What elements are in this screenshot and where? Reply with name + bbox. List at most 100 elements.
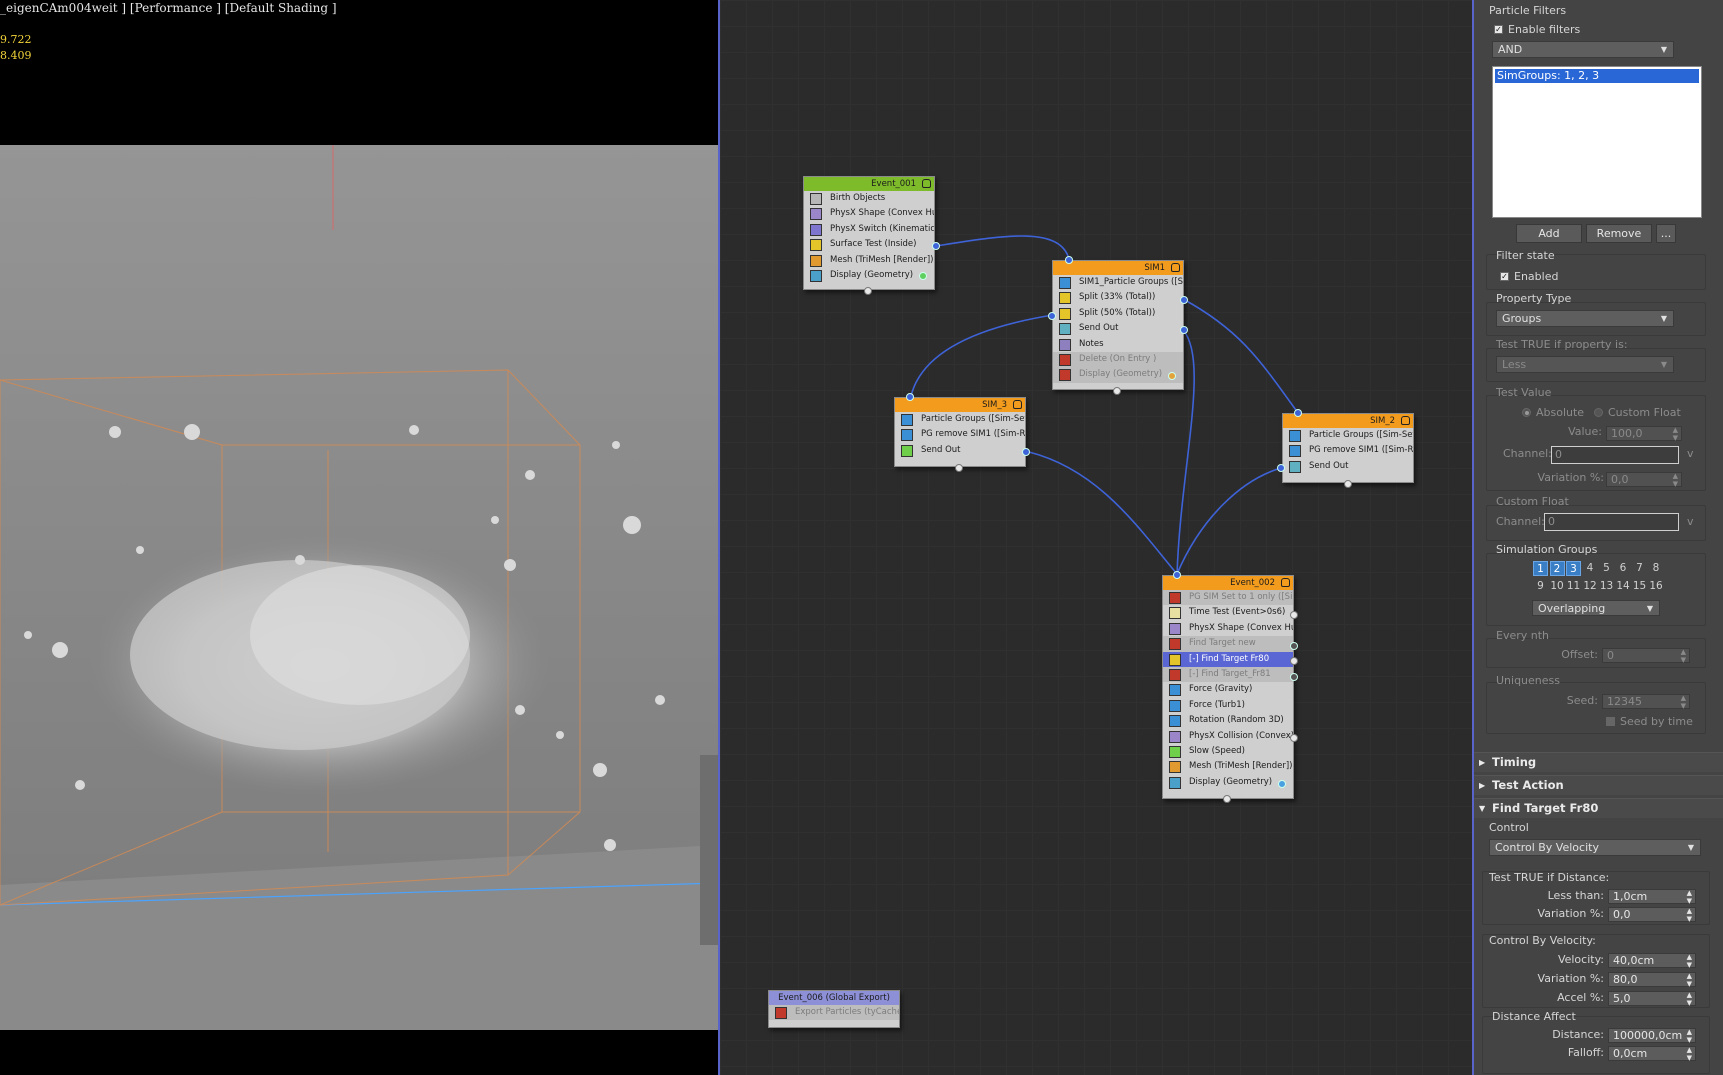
- sim-group-toggle-11[interactable]: 11: [1566, 579, 1581, 594]
- sim-group-toggle-15[interactable]: 15: [1632, 579, 1647, 594]
- operator[interactable]: Send Out: [895, 443, 1025, 458]
- seed-by-time-checkbox[interactable]: [1606, 717, 1615, 726]
- sim-group-toggle-14[interactable]: 14: [1616, 579, 1631, 594]
- absolute-radio[interactable]: [1522, 408, 1531, 417]
- operator[interactable]: PhysX Switch (Kinematic): [804, 222, 934, 237]
- filter-list[interactable]: SimGroups: 1, 2, 3: [1492, 66, 1702, 218]
- spinner-arrows-icon[interactable]: ▲ ▼: [1681, 648, 1686, 664]
- node-header[interactable]: Event_002: [1163, 576, 1293, 590]
- operator[interactable]: PhysX Collision (Convex): [1163, 729, 1293, 744]
- test-action-rollout[interactable]: ▶ Test Action: [1474, 775, 1723, 795]
- sim-group-toggle-12[interactable]: 12: [1583, 579, 1598, 594]
- input-port[interactable]: [1344, 480, 1352, 488]
- operator[interactable]: Time Test (Event>0s6): [1163, 605, 1293, 620]
- node-sim1[interactable]: SIM1 SIM1_Particle Groups ([Sim... Split…: [1052, 260, 1184, 390]
- filter-list-item[interactable]: SimGroups: 1, 2, 3: [1495, 69, 1699, 83]
- node-header[interactable]: Event_006 (Global Export): [769, 991, 899, 1005]
- 3d-viewport[interactable]: _eigenCAm004weit ] [Performance ] [Defau…: [0, 0, 718, 1075]
- distance-spinner[interactable]: 100000,0cm ▲ ▼: [1608, 1028, 1696, 1044]
- viewport-label[interactable]: _eigenCAm004weit ] [Performance ] [Defau…: [0, 1, 337, 15]
- node-event-002[interactable]: Event_002 PG SIM Set to 1 only ([Sim-...…: [1162, 575, 1294, 799]
- node-header[interactable]: SIM_3: [895, 398, 1025, 412]
- output-port[interactable]: [1290, 734, 1298, 742]
- spinner-arrows-icon[interactable]: ▲ ▼: [1687, 1028, 1692, 1044]
- viewport-scene[interactable]: [0, 145, 718, 1030]
- add-filter-button[interactable]: Add: [1516, 224, 1582, 243]
- variation-spinner[interactable]: 0,0 ▲ ▼: [1606, 472, 1682, 488]
- input-port[interactable]: [1173, 571, 1181, 579]
- operator[interactable]: Display (Geometry): [804, 268, 934, 283]
- spinner-arrows-icon[interactable]: ▲ ▼: [1673, 426, 1678, 442]
- node-graph[interactable]: Event_001 Birth Objects PhysX Shape (Con…: [720, 0, 1472, 1075]
- sim-group-toggle-1[interactable]: 1: [1533, 561, 1548, 576]
- operator[interactable]: Display (Geometry): [1163, 775, 1293, 790]
- spinner-arrows-icon[interactable]: ▲ ▼: [1687, 991, 1692, 1007]
- node-sim2[interactable]: SIM_2 Particle Groups ([Sim-Set: ... PG …: [1282, 413, 1414, 483]
- overlap-dropdown[interactable]: Overlapping ▼: [1532, 600, 1660, 616]
- timing-rollout[interactable]: ▶ Timing: [1474, 752, 1723, 772]
- operator[interactable]: Send Out: [1053, 321, 1183, 336]
- operator[interactable]: Particle Groups ([Sim-Set: ...: [895, 412, 1025, 427]
- operator[interactable]: Rotation (Random 3D): [1163, 713, 1293, 728]
- output-port[interactable]: [1290, 611, 1298, 619]
- input-port[interactable]: [1223, 795, 1231, 803]
- spinner-arrows-icon[interactable]: ▲ ▼: [1687, 953, 1692, 969]
- sim-group-toggle-5[interactable]: 5: [1599, 561, 1614, 576]
- operator[interactable]: Force (Gravity): [1163, 682, 1293, 697]
- output-port[interactable]: [1290, 673, 1298, 681]
- operator[interactable]: Force (Turb1): [1163, 698, 1293, 713]
- lock-icon[interactable]: [1171, 263, 1180, 272]
- filter-mode-dropdown[interactable]: AND ▼: [1492, 41, 1674, 58]
- value-spinner[interactable]: 100,0 ▲ ▼: [1606, 426, 1682, 442]
- operator[interactable]: Notes: [1053, 337, 1183, 352]
- channel2-field[interactable]: 0: [1544, 513, 1679, 531]
- operator[interactable]: Find Target new: [1163, 636, 1293, 652]
- enabled-checkbox[interactable]: ✓: [1500, 272, 1509, 281]
- spinner-arrows-icon[interactable]: ▲ ▼: [1687, 907, 1692, 923]
- operator[interactable]: Mesh (TriMesh [Render]): [1163, 759, 1293, 774]
- operator[interactable]: [-] Find Target_Fr81: [1163, 666, 1293, 683]
- falloff-spinner[interactable]: 0,0cm ▲ ▼: [1608, 1046, 1696, 1062]
- seed-spinner[interactable]: 12345 ▲ ▼: [1602, 694, 1690, 710]
- remove-filter-button[interactable]: Remove: [1586, 224, 1652, 243]
- operator[interactable]: PG remove SIM1 ([Sim-Re...: [895, 427, 1025, 442]
- lock-icon[interactable]: [1401, 416, 1410, 425]
- sim-group-toggle-9[interactable]: 9: [1533, 579, 1548, 594]
- output-port[interactable]: [1290, 657, 1298, 665]
- output-port[interactable]: [1048, 312, 1056, 320]
- spinner-arrows-icon[interactable]: ▲ ▼: [1687, 889, 1692, 905]
- lock-icon[interactable]: [1013, 400, 1022, 409]
- accel-spinner[interactable]: 5,0 ▲ ▼: [1608, 991, 1696, 1007]
- property-type-dropdown[interactable]: Groups ▼: [1496, 310, 1674, 327]
- output-port[interactable]: [1290, 642, 1298, 650]
- operator[interactable]: PhysX Shape (Convex Hull): [804, 206, 934, 221]
- operator[interactable]: Surface Test (Inside): [804, 237, 934, 252]
- control-dropdown[interactable]: Control By Velocity ▼: [1489, 839, 1701, 856]
- sim-group-toggle-2[interactable]: 2: [1549, 561, 1565, 576]
- operator[interactable]: Split (33% (Total)): [1053, 290, 1183, 305]
- find-target-rollout[interactable]: ▼ Find Target Fr80: [1474, 798, 1723, 818]
- more-button[interactable]: ...: [1656, 224, 1676, 243]
- output-port[interactable]: [1277, 464, 1285, 472]
- spinner-arrows-icon[interactable]: ▲ ▼: [1687, 972, 1692, 988]
- less-than-spinner[interactable]: 1,0cm ▲ ▼: [1608, 889, 1696, 905]
- node-event-001[interactable]: Event_001 Birth Objects PhysX Shape (Con…: [803, 176, 935, 290]
- spinner-arrows-icon[interactable]: ▲ ▼: [1681, 694, 1686, 710]
- operator[interactable]: PG SIM Set to 1 only ([Sim-...: [1163, 590, 1293, 606]
- velocity-spinner[interactable]: 40,0cm ▲ ▼: [1608, 953, 1696, 969]
- operator[interactable]: Split (50% (Total)): [1053, 306, 1183, 321]
- operator[interactable]: Send Out: [1283, 459, 1413, 474]
- operator[interactable]: Display (Geometry): [1053, 367, 1183, 383]
- sim-group-toggle-13[interactable]: 13: [1599, 579, 1614, 594]
- lock-icon[interactable]: [1281, 578, 1290, 587]
- node-event-006[interactable]: Event_006 (Global Export) Export Particl…: [768, 990, 900, 1028]
- operator[interactable]: PhysX Shape (Convex Hull): [1163, 621, 1293, 636]
- input-port[interactable]: [955, 464, 963, 472]
- input-port[interactable]: [1065, 256, 1073, 264]
- sim-group-toggle-10[interactable]: 10: [1550, 579, 1565, 594]
- operator[interactable]: Mesh (TriMesh [Render]): [804, 253, 934, 268]
- sim-group-toggle-16[interactable]: 16: [1649, 579, 1664, 594]
- node-header[interactable]: SIM_2: [1283, 414, 1413, 428]
- operator-selected[interactable]: [-] Find Target Fr80: [1163, 651, 1293, 667]
- node-sim3[interactable]: SIM_3 Particle Groups ([Sim-Set: ... PG …: [894, 397, 1026, 467]
